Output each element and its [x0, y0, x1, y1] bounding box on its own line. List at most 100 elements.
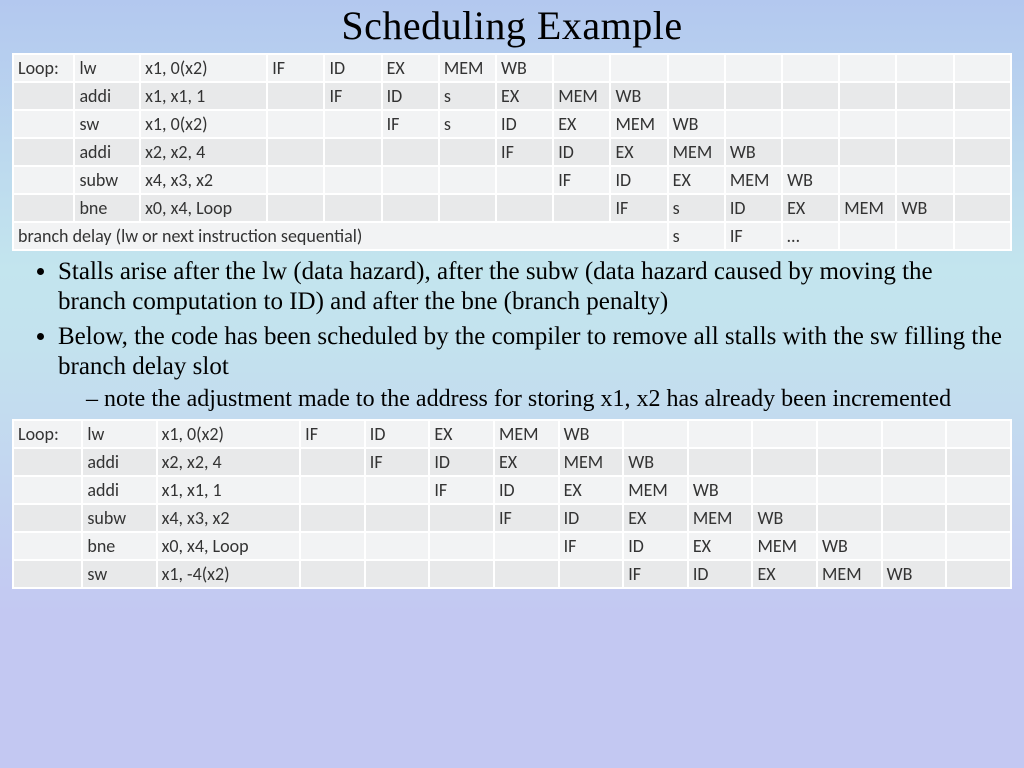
stage-cell: [382, 138, 439, 166]
table-row: addix2, x2, 4IFIDEXMEMWB: [13, 138, 1011, 166]
table-row: Loop:lwx1, 0(x2)IFIDEXMEMWB: [13, 54, 1011, 82]
stage-cell: [300, 504, 365, 532]
arg-cell: x4, x3, x2: [140, 166, 267, 194]
stage-cell: EX: [496, 82, 553, 110]
stage-cell: [365, 476, 430, 504]
stage-cell: [688, 420, 753, 448]
stage-cell: MEM: [623, 476, 688, 504]
sub-bullet-1: note the adjustment made to the address …: [86, 385, 1004, 413]
stage-cell: [365, 560, 430, 588]
stage-cell: [817, 448, 882, 476]
stage-cell: [725, 54, 782, 82]
stage-cell: IF: [553, 166, 610, 194]
stage-cell: IF: [267, 54, 324, 82]
stage-cell: [267, 138, 324, 166]
stage-cell: [553, 194, 610, 222]
arg-cell: x4, x3, x2: [157, 504, 301, 532]
arg-cell: x2, x2, 4: [157, 448, 301, 476]
pipeline-table-1: Loop:lwx1, 0(x2)IFIDEXMEMWBaddix1, x1, 1…: [12, 53, 1012, 251]
stage-cell: WB: [496, 54, 553, 82]
stage-cell: ID: [382, 82, 439, 110]
stage-cell: IF: [365, 448, 430, 476]
stage-cell: [267, 110, 324, 138]
stage-cell: [494, 532, 559, 560]
stage-cell: [839, 82, 896, 110]
stage-cell: [954, 166, 1011, 194]
stage-cell: [817, 504, 882, 532]
op-cell: bne: [74, 194, 140, 222]
op-cell: bne: [82, 532, 156, 560]
stage-cell: IF: [300, 420, 365, 448]
stage-cell: [300, 476, 365, 504]
stage-cell: [300, 560, 365, 588]
stage-cell: [725, 110, 782, 138]
stage-cell: EX: [429, 420, 494, 448]
stage-cell: [496, 194, 553, 222]
stage-cell: MEM: [839, 194, 896, 222]
stage-cell: IF: [725, 222, 782, 250]
stage-cell: WB: [896, 194, 953, 222]
stage-cell: WB: [688, 476, 753, 504]
op-cell: subw: [74, 166, 140, 194]
table-row: swx1, -4(x2)IFIDEXMEMWB: [13, 560, 1011, 588]
stage-cell: [752, 448, 817, 476]
label-cell: Loop:: [13, 420, 82, 448]
stage-cell: [896, 82, 953, 110]
stage-cell: [946, 420, 1011, 448]
label-cell: [13, 110, 74, 138]
bullet-1: Stalls arise after the lw (data hazard),…: [58, 257, 1004, 316]
arg-cell: x1, 0(x2): [140, 110, 267, 138]
label-cell: [13, 560, 82, 588]
stage-cell: s: [439, 110, 496, 138]
stage-cell: [839, 166, 896, 194]
stage-cell: MEM: [668, 138, 725, 166]
stage-cell: EX: [610, 138, 667, 166]
stage-cell: ID: [496, 110, 553, 138]
stage-cell: IF: [610, 194, 667, 222]
stage-cell: MEM: [817, 560, 882, 588]
stage-cell: [954, 54, 1011, 82]
table-row: bnex0, x4, LoopIFsIDEXMEMWB: [13, 194, 1011, 222]
stage-cell: ID: [365, 420, 430, 448]
stage-cell: [896, 54, 953, 82]
stage-cell: [439, 194, 496, 222]
arg-cell: x0, x4, Loop: [140, 194, 267, 222]
stage-cell: [267, 194, 324, 222]
stage-cell: [382, 194, 439, 222]
stage-cell: WB: [610, 82, 667, 110]
stage-cell: EX: [688, 532, 753, 560]
stage-cell: [365, 504, 430, 532]
op-cell: addi: [74, 82, 140, 110]
stage-cell: MEM: [553, 82, 610, 110]
stage-cell: ID: [688, 560, 753, 588]
op-cell: lw: [82, 420, 156, 448]
stage-cell: [946, 476, 1011, 504]
op-cell: addi: [82, 448, 156, 476]
stage-cell: WB: [817, 532, 882, 560]
stage-cell: [324, 138, 381, 166]
label-cell: [13, 532, 82, 560]
stage-cell: [365, 532, 430, 560]
stage-cell: EX: [623, 504, 688, 532]
stage-cell: IF: [429, 476, 494, 504]
arg-cell: x1, 0(x2): [140, 54, 267, 82]
stage-cell: [882, 448, 947, 476]
stage-cell: ID: [494, 476, 559, 504]
stage-cell: WB: [752, 504, 817, 532]
stage-cell: [439, 138, 496, 166]
stage-cell: WB: [782, 166, 839, 194]
stage-cell: [688, 448, 753, 476]
stage-cell: EX: [668, 166, 725, 194]
stage-cell: ID: [429, 448, 494, 476]
stage-cell: [839, 54, 896, 82]
stage-cell: [896, 138, 953, 166]
stage-cell: EX: [752, 560, 817, 588]
stage-cell: WB: [668, 110, 725, 138]
slide: Scheduling Example Loop:lwx1, 0(x2)IFIDE…: [0, 0, 1024, 768]
stage-cell: [324, 194, 381, 222]
op-cell: sw: [82, 560, 156, 588]
stage-cell: [946, 532, 1011, 560]
label-cell: [13, 138, 74, 166]
stage-cell: MEM: [559, 448, 624, 476]
stage-cell: [882, 476, 947, 504]
